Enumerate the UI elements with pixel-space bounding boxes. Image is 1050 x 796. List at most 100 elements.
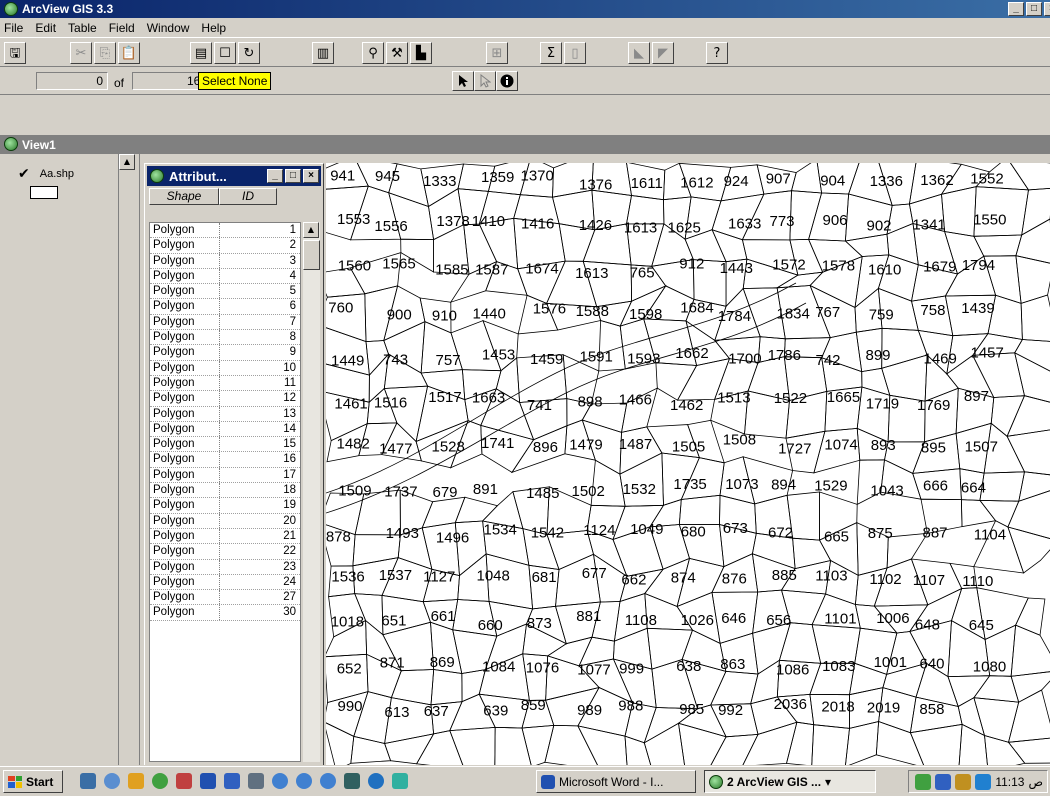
calculate-button[interactable]: ▯ bbox=[564, 42, 586, 64]
table-row[interactable]: Polygon 12 bbox=[150, 391, 300, 407]
select-all-button[interactable]: ▤ bbox=[190, 42, 212, 64]
close-button[interactable]: × bbox=[1044, 2, 1050, 16]
table-row[interactable]: Polygon 14 bbox=[150, 421, 300, 438]
ie-icon[interactable] bbox=[80, 773, 96, 789]
parcel-polygon[interactable] bbox=[390, 669, 435, 706]
book-icon[interactable] bbox=[248, 773, 264, 789]
parcel-polygon[interactable] bbox=[790, 163, 823, 194]
table-row[interactable]: Polygon 2 bbox=[150, 238, 300, 254]
parcel-polygon[interactable] bbox=[973, 234, 1023, 257]
tray-icon-1[interactable] bbox=[915, 773, 932, 790]
parcel-polygon[interactable] bbox=[1014, 352, 1050, 405]
table-row[interactable]: Polygon 21 bbox=[150, 528, 300, 545]
menu-edit[interactable]: Edit bbox=[35, 21, 56, 35]
table-row[interactable]: Polygon 11 bbox=[150, 375, 300, 392]
query-button[interactable]: ⚒ bbox=[386, 42, 408, 64]
parcel-polygon[interactable] bbox=[1015, 218, 1050, 264]
attributes-close-button[interactable]: × bbox=[303, 169, 319, 183]
parcel-polygon[interactable] bbox=[1007, 526, 1050, 574]
attributes-maximize-button[interactable]: □ bbox=[285, 169, 301, 183]
find-button[interactable]: ⚲ bbox=[362, 42, 384, 64]
parcel-polygon[interactable] bbox=[973, 697, 1020, 743]
paste-button[interactable]: 📋 bbox=[118, 42, 140, 64]
parcel-polygon[interactable] bbox=[990, 395, 1026, 437]
toc-scrollbar[interactable]: ▲ bbox=[118, 154, 136, 766]
parcel-polygon[interactable] bbox=[785, 721, 815, 766]
table-row[interactable]: Polygon 27 bbox=[150, 590, 300, 606]
parcel-polygon[interactable] bbox=[1021, 188, 1050, 236]
parcel-polygon[interactable] bbox=[960, 499, 997, 528]
parcel-polygon[interactable] bbox=[1015, 597, 1046, 636]
parcel-polygon[interactable] bbox=[958, 723, 988, 766]
table-row[interactable]: Polygon 22 bbox=[150, 544, 300, 560]
media-icon[interactable] bbox=[152, 773, 168, 789]
table-row[interactable]: Polygon 10 bbox=[150, 360, 300, 376]
menu-field[interactable]: Field bbox=[109, 21, 135, 35]
attributes-scrollbar[interactable]: ▲ bbox=[303, 222, 320, 762]
parcel-polygon[interactable] bbox=[619, 452, 664, 507]
word-icon[interactable] bbox=[200, 773, 216, 789]
parcel-polygon[interactable] bbox=[789, 190, 823, 241]
parcel-polygon[interactable] bbox=[710, 670, 759, 706]
join-button[interactable]: ⊞ bbox=[486, 42, 508, 64]
start-button[interactable]: Start bbox=[3, 770, 63, 793]
parcel-polygon[interactable] bbox=[844, 720, 880, 767]
parcel-polygon[interactable] bbox=[811, 724, 850, 766]
task-arcview[interactable]: 2 ArcView GIS ... ▾ bbox=[704, 770, 876, 793]
parcel-polygon[interactable] bbox=[430, 669, 463, 706]
scroll-thumb[interactable] bbox=[303, 240, 320, 270]
scroll-up-icon[interactable]: ▲ bbox=[119, 154, 135, 170]
parcel-polygon[interactable] bbox=[454, 496, 499, 524]
parcel-polygon[interactable] bbox=[577, 725, 628, 766]
parcel-polygon[interactable] bbox=[326, 722, 355, 766]
drop-icon-2[interactable] bbox=[296, 773, 312, 789]
table-row[interactable]: Polygon 20 bbox=[150, 513, 300, 529]
parcel-polygon[interactable] bbox=[494, 726, 532, 766]
parcel-polygon[interactable] bbox=[711, 229, 748, 263]
column-header-shape[interactable]: Shape bbox=[149, 188, 219, 205]
parcel-polygon[interactable] bbox=[941, 186, 977, 237]
table-row[interactable]: Polygon 16 bbox=[150, 452, 300, 468]
table-row[interactable]: Polygon 19 bbox=[150, 498, 300, 514]
globe-icon[interactable] bbox=[104, 773, 120, 789]
parcel-polygon[interactable] bbox=[909, 723, 963, 766]
parcel-polygon[interactable] bbox=[984, 734, 1026, 767]
table-row[interactable]: Polygon 8 bbox=[150, 330, 300, 346]
chart-button[interactable]: ▥ bbox=[312, 42, 334, 64]
parcel-polygon[interactable] bbox=[1007, 163, 1050, 191]
parcel-polygon[interactable] bbox=[643, 722, 686, 766]
pointer-tool-button[interactable] bbox=[452, 71, 474, 91]
table-row[interactable]: Polygon 6 bbox=[150, 299, 300, 315]
table-row[interactable]: Polygon 7 bbox=[150, 314, 300, 331]
help-button[interactable]: ? bbox=[706, 42, 728, 64]
parcel-polygon[interactable] bbox=[886, 532, 929, 569]
save-button[interactable]: 🖫 bbox=[4, 42, 26, 64]
maximize-button[interactable]: □ bbox=[1026, 2, 1042, 16]
attributes-minimize-button[interactable]: _ bbox=[267, 169, 283, 183]
parcel-polygon[interactable] bbox=[947, 675, 991, 708]
menu-file[interactable]: File bbox=[4, 21, 23, 35]
parcel-polygon[interactable] bbox=[1007, 490, 1050, 541]
promote-button[interactable]: ▙ bbox=[410, 42, 432, 64]
terminal-icon[interactable] bbox=[344, 773, 360, 789]
cut-button[interactable]: ✂ bbox=[70, 42, 92, 64]
table-row[interactable]: Polygon 24 bbox=[150, 574, 300, 591]
table-row[interactable]: Polygon 4 bbox=[150, 268, 300, 285]
paint-icon[interactable] bbox=[128, 773, 144, 789]
wordpad-icon[interactable] bbox=[224, 773, 240, 789]
earth-icon[interactable] bbox=[368, 773, 384, 789]
theme-visible-checkbox[interactable]: ✔ bbox=[18, 166, 30, 182]
minimize-button[interactable]: _ bbox=[1008, 2, 1024, 16]
table-row[interactable]: Polygon 17 bbox=[150, 467, 300, 484]
parcel-polygon[interactable] bbox=[1007, 737, 1050, 764]
table-row[interactable]: Polygon 5 bbox=[150, 284, 300, 300]
parcel-polygon[interactable] bbox=[957, 697, 986, 737]
column-header-id[interactable]: ID bbox=[219, 188, 277, 205]
parcel-polygon[interactable] bbox=[449, 726, 496, 766]
tray-icon-4[interactable] bbox=[975, 773, 992, 790]
parcel-polygon[interactable] bbox=[742, 721, 798, 766]
parcel-polygon[interactable] bbox=[709, 733, 759, 766]
parcel-map[interactable]: 941 945 1333 1359 1370 1376 1611 1612 924 907 904 1… bbox=[326, 163, 1050, 766]
drop-icon[interactable] bbox=[272, 773, 288, 789]
parcel-polygon[interactable] bbox=[655, 362, 698, 401]
